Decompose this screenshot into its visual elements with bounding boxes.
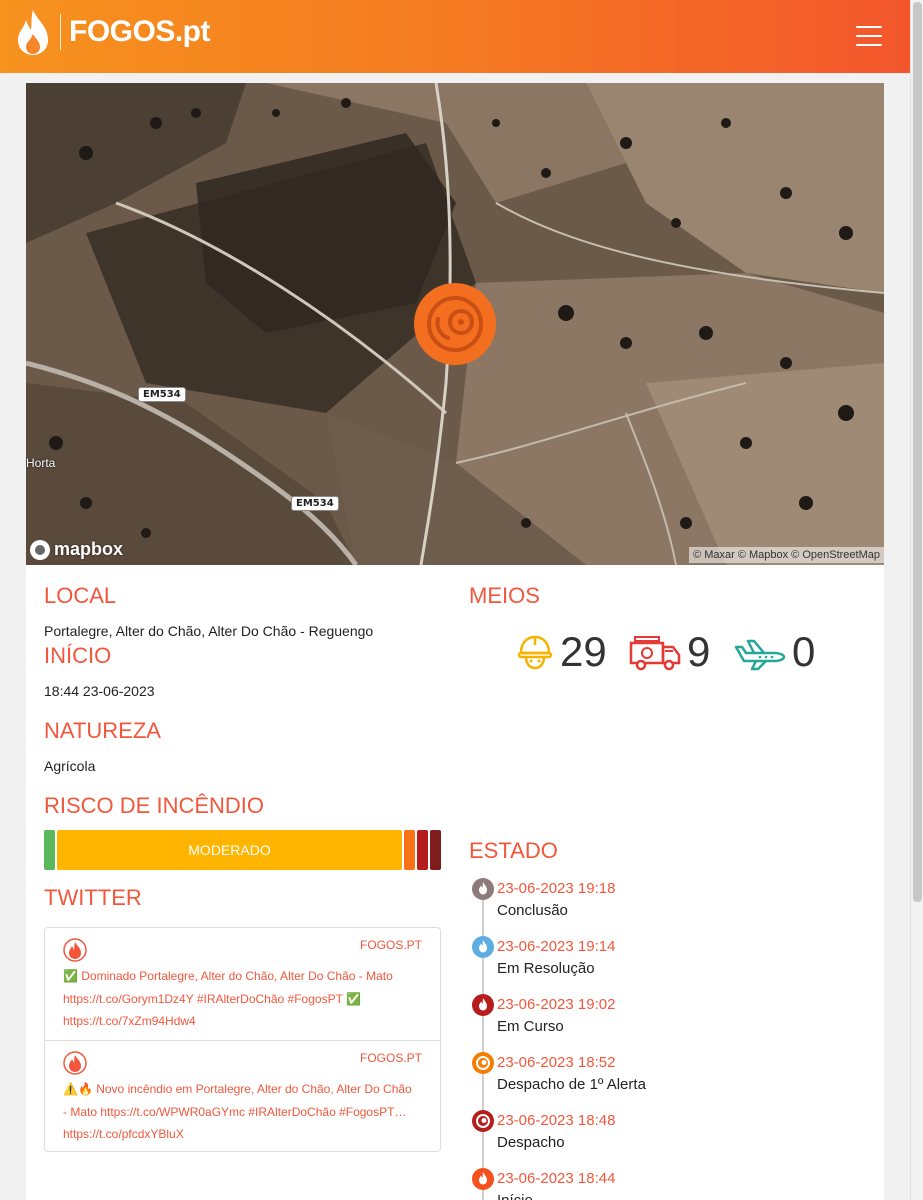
fogos-logo[interactable]: FOGOS.pt — [14, 8, 211, 56]
tweet-item[interactable]: FOGOS.PT ✅ Dominado Portalegre, Alter do… — [45, 928, 440, 1040]
top-navbar: FOGOS.pt — [0, 0, 910, 73]
local-heading: LOCAL — [44, 583, 117, 608]
event-date: 23-06-2023 18:44 — [497, 1170, 616, 1187]
firefighter-helmet-icon — [517, 635, 553, 670]
road-label: EM534 — [138, 387, 186, 402]
risk-level-very-high — [417, 830, 428, 870]
event-label: Despacho — [497, 1134, 565, 1151]
twitter-feed: FOGOS.PT ✅ Dominado Portalegre, Alter do… — [44, 927, 441, 1152]
event-date: 23-06-2023 18:52 — [497, 1054, 616, 1071]
event-label: Em Curso — [497, 1018, 564, 1035]
risk-level-low — [44, 830, 55, 870]
local-value: Portalegre, Alter do Chão, Alter Do Chão… — [44, 623, 374, 639]
map-attribution[interactable]: © Maxar © Mapbox © OpenStreetMap — [689, 547, 884, 563]
risk-level-maximum — [430, 830, 441, 870]
flame-logo-icon — [18, 10, 48, 55]
page-scrollbar[interactable] — [910, 0, 923, 1200]
status-despacho-1-alerta-icon — [472, 1052, 494, 1074]
mapbox-logo[interactable]: mapbox — [30, 539, 123, 560]
estado-heading: ESTADO — [469, 838, 558, 863]
logo-text: FOGOS.pt — [69, 15, 211, 48]
aereos-count: 0 — [792, 628, 816, 675]
event-date: 23-06-2023 19:18 — [497, 880, 616, 897]
event-label: Em Resolução — [497, 960, 595, 977]
risk-level-moderate: MODERADO — [57, 830, 402, 870]
event-date: 23-06-2023 19:02 — [497, 996, 616, 1013]
tweet-text[interactable]: ⚠️🔥 Novo incêndio em Portalegre, Alter d… — [63, 1078, 413, 1146]
logo-separator — [60, 14, 61, 50]
tweet-text[interactable]: ✅ Dominado Portalegre, Alter do Chão, Al… — [63, 965, 413, 1033]
inicio-heading: INÍCIO — [44, 643, 112, 668]
natureza-value: Agrícola — [44, 758, 96, 774]
meios-aereos: 0 — [734, 628, 815, 676]
satellite-map[interactable]: EM534 EM534 Horta mapbox © Maxar © Mapbo… — [26, 83, 884, 565]
fire-location-marker[interactable] — [414, 283, 496, 365]
hamburger-menu-icon[interactable] — [856, 26, 882, 48]
status-conclusao-icon — [472, 878, 494, 900]
status-inicio-icon — [472, 1168, 494, 1190]
meios-operacionais: 29 — [516, 628, 607, 676]
scrollbar-thumb[interactable] — [913, 2, 922, 902]
meios-heading: MEIOS — [469, 583, 540, 608]
road-label: EM534 — [291, 496, 339, 511]
risk-level-high — [404, 830, 415, 870]
twitter-heading: TWITTER — [44, 885, 142, 910]
airplane-icon — [734, 639, 786, 671]
terrestres-count: 9 — [687, 628, 711, 675]
event-label: Conclusão — [497, 902, 568, 919]
mapbox-icon — [30, 539, 50, 560]
fire-detail-card: EM534 EM534 Horta mapbox © Maxar © Mapbo… — [26, 83, 884, 1200]
risco-heading: RISCO DE INCÊNDIO — [44, 793, 265, 818]
fogos-avatar-icon — [63, 938, 87, 962]
meios-terrestres: 9 — [629, 628, 710, 676]
tweet-item[interactable]: FOGOS.PT ⚠️🔥 Novo incêndio em Portalegre… — [45, 1040, 440, 1152]
status-em-resolucao-icon — [472, 936, 494, 958]
fire-truck-icon — [629, 636, 681, 671]
status-despacho-icon — [472, 1110, 494, 1132]
mapbox-logo-text: mapbox — [54, 539, 124, 559]
event-date: 23-06-2023 19:14 — [497, 938, 616, 955]
natureza-heading: NATUREZA — [44, 718, 161, 743]
inicio-value: 18:44 23-06-2023 — [44, 683, 155, 699]
operacionais-count: 29 — [560, 628, 607, 675]
tweet-user[interactable]: FOGOS.PT — [360, 1051, 422, 1065]
fogos-avatar-icon — [63, 1051, 87, 1075]
tweet-user[interactable]: FOGOS.PT — [360, 938, 422, 952]
status-em-curso-icon — [472, 994, 494, 1016]
event-date: 23-06-2023 18:48 — [497, 1112, 616, 1129]
place-label: Horta — [26, 456, 56, 470]
event-label: Início — [497, 1192, 533, 1200]
event-label: Despacho de 1º Alerta — [497, 1076, 646, 1093]
fire-status-icon — [427, 296, 483, 352]
